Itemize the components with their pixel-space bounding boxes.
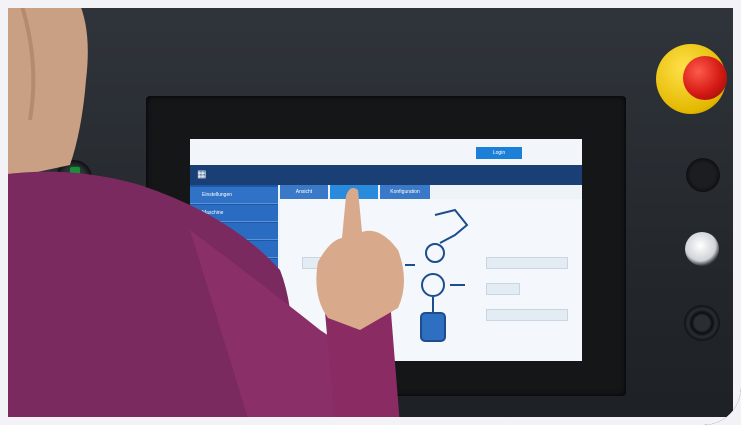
sidebar-item-5[interactable] — [190, 259, 278, 276]
value-field[interactable] — [302, 257, 346, 269]
tab-2[interactable] — [330, 185, 378, 199]
tab-bar: Ansicht Konfiguration — [280, 185, 582, 199]
machine-schematic — [405, 208, 469, 342]
main-content — [280, 199, 582, 361]
tab-konfiguration[interactable]: Konfiguration — [380, 185, 430, 199]
sidebar: Einstellungen Maschine — [190, 185, 278, 361]
tab-ansicht[interactable]: Ansicht — [280, 185, 328, 199]
sidebar-item-4[interactable] — [190, 241, 278, 258]
app-logo-icon: ▦ — [197, 169, 207, 180]
indicator-light — [686, 158, 720, 192]
screen-header: Login — [190, 139, 582, 165]
login-button[interactable]: Login — [476, 147, 522, 159]
sidebar-item-einstellungen[interactable]: Einstellungen — [190, 187, 278, 204]
push-button[interactable] — [685, 232, 719, 266]
keyswitch[interactable] — [684, 305, 720, 341]
photo: Login ▦ Einstellungen Maschine Ansicht K… — [0, 0, 741, 425]
selector-switch[interactable] — [56, 160, 92, 196]
emergency-stop-button[interactable] — [683, 56, 727, 100]
sidebar-item-3[interactable] — [190, 223, 278, 240]
value-field[interactable] — [486, 309, 568, 321]
nav-bar: ▦ — [190, 165, 582, 185]
hmi-screen: Login ▦ Einstellungen Maschine Ansicht K… — [190, 139, 582, 361]
value-field[interactable] — [486, 283, 520, 295]
sidebar-item-maschine[interactable]: Maschine — [190, 205, 278, 222]
value-field[interactable] — [486, 257, 568, 269]
